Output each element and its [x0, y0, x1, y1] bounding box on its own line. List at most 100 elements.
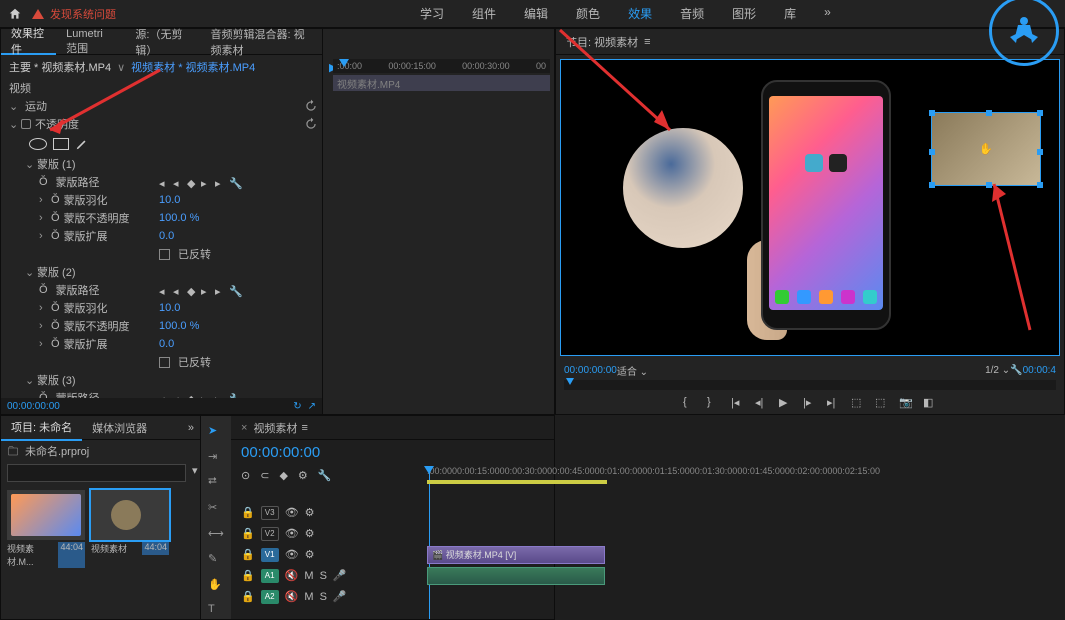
keyframe-timeline[interactable]: ▶ :00:0000:00:15:0000:00:30:0000 视频素材.MP…: [322, 29, 554, 414]
slip-tool-icon[interactable]: ⟷: [208, 527, 224, 543]
wrench-icon[interactable]: 🔧: [1010, 365, 1022, 376]
track-select-tool-icon[interactable]: ⇥: [208, 450, 224, 466]
loop-icon[interactable]: ↻: [293, 401, 301, 412]
type-tool-icon[interactable]: T: [208, 603, 224, 619]
settings-icon[interactable]: ⚙: [298, 469, 308, 482]
program-canvas[interactable]: ✋: [560, 59, 1060, 356]
keyframe-nav[interactable]: ◂◂◆▸▸🔧: [159, 285, 239, 295]
system-warning[interactable]: 发现系统问题: [32, 6, 116, 22]
ws-graphics[interactable]: 图形: [732, 5, 756, 22]
workspace-tabs: 学习 组件 编辑 颜色 效果 音频 图形 库 »: [420, 5, 831, 22]
keyframe-nav[interactable]: ◂◂◆▸▸🔧: [159, 393, 239, 398]
pen-mask-icon[interactable]: [75, 137, 89, 151]
mask-1-path[interactable]: Ŏ蒙版路径◂◂◆▸▸🔧: [1, 173, 322, 191]
go-out-icon[interactable]: ▸|: [827, 396, 841, 410]
kf-playhead[interactable]: [339, 59, 349, 67]
keyframe-nav[interactable]: ◂◂◆▸▸🔧: [159, 177, 239, 187]
home-icon[interactable]: [8, 7, 22, 21]
ws-effects[interactable]: 效果: [628, 5, 652, 22]
tab-project[interactable]: 项目: 未命名: [1, 415, 82, 441]
mask-3-path[interactable]: Ŏ蒙版路径◂◂◆▸▸🔧: [1, 389, 322, 398]
filter-icon[interactable]: ▾: [192, 464, 198, 482]
video-clip[interactable]: 🎬 视频素材.MP4 [V]: [427, 546, 605, 564]
clip-header: 主要 * 视频素材.MP4 ∨ 视频素材 * 视频素材.MP4: [1, 55, 322, 79]
overflow-icon[interactable]: »: [188, 422, 200, 434]
rect-mask-icon[interactable]: [53, 138, 69, 150]
mask-1-opacity[interactable]: ›Ŏ蒙版不透明度100.0 %: [1, 209, 322, 227]
tab-source[interactable]: 源:（无剪辑）: [125, 29, 200, 55]
play-icon[interactable]: ▶: [779, 396, 793, 410]
mask-2-feather[interactable]: ›Ŏ蒙版羽化10.0: [1, 299, 322, 317]
reset-icon[interactable]: [304, 99, 318, 113]
compare-icon[interactable]: ◧: [923, 396, 937, 410]
fx-toggle[interactable]: [21, 119, 31, 129]
ws-color[interactable]: 颜色: [576, 5, 600, 22]
bin-item-2[interactable]: 视频素材44:04: [91, 490, 169, 570]
effects-timecode[interactable]: 00:00:00:00: [7, 401, 60, 412]
ws-overflow[interactable]: »: [824, 5, 831, 22]
effects-tree: 视频 ⌄运动 ⌄不透明度 ⌄蒙版 (1) Ŏ蒙版路径◂◂◆▸▸🔧 ›Ŏ蒙版羽化1…: [1, 79, 322, 398]
mask-1-invert[interactable]: 已反转: [1, 245, 322, 263]
step-fwd-icon[interactable]: |▸: [803, 396, 817, 410]
pen-tool-icon[interactable]: ✎: [208, 552, 224, 568]
snap-icon[interactable]: ⊙: [241, 469, 250, 482]
opacity-effect[interactable]: ⌄不透明度: [1, 115, 322, 133]
hand-tool-icon[interactable]: ✋: [208, 578, 224, 594]
audio-clip[interactable]: [427, 567, 605, 585]
track-v2[interactable]: 🔒V2👁⚙: [241, 523, 550, 544]
reset-icon[interactable]: [304, 117, 318, 131]
wrench-icon[interactable]: 🔧: [318, 469, 332, 482]
extract-icon[interactable]: ⬚: [875, 396, 889, 410]
timeline-panel: × 视频素材 ≡ 00:00:00:00 ⊙ ⊂ ◆ ⚙ 🔧 :00:0000:…: [231, 416, 554, 619]
ws-edit[interactable]: 编辑: [524, 5, 548, 22]
search-input[interactable]: [7, 464, 186, 482]
program-scrubber[interactable]: [564, 380, 1056, 390]
rect-mask-selection[interactable]: ✋: [931, 112, 1041, 186]
motion-effect[interactable]: ⌄运动: [1, 97, 322, 115]
transport-controls: { } |◂ ◂| ▶ |▸ ▸| ⬚ ⬚ 📷 ◧: [564, 392, 1056, 414]
kf-ruler[interactable]: :00:0000:00:15:0000:00:30:0000: [333, 59, 550, 73]
program-timecode[interactable]: 00:00:00:00: [564, 365, 617, 376]
ripple-tool-icon[interactable]: ⮂: [208, 475, 224, 491]
ellipse-mask-icon[interactable]: [29, 138, 47, 150]
ws-library[interactable]: 库: [784, 5, 796, 22]
mask-3[interactable]: ⌄蒙版 (3): [1, 371, 322, 389]
export-frame-icon[interactable]: 📷: [899, 396, 913, 410]
mask-1[interactable]: ⌄蒙版 (1): [1, 155, 322, 173]
kf-clip-bar[interactable]: 视频素材.MP4: [333, 75, 550, 91]
mask-2-invert[interactable]: 已反转: [1, 353, 322, 371]
lift-icon[interactable]: ⬚: [851, 396, 865, 410]
tab-media-browser[interactable]: 媒体浏览器: [82, 415, 157, 441]
timeline-timecode[interactable]: 00:00:00:00: [231, 440, 554, 465]
track-a2[interactable]: 🔒A2🔇MS🎤: [241, 586, 550, 607]
work-area-bar[interactable]: [427, 480, 607, 484]
tab-effect-controls[interactable]: 效果控件: [1, 29, 56, 55]
step-back-icon[interactable]: ◂|: [755, 396, 769, 410]
mask-1-feather[interactable]: ›Ŏ蒙版羽化10.0: [1, 191, 322, 209]
selection-tool-icon[interactable]: ➤: [208, 424, 224, 440]
export-icon[interactable]: ↗: [308, 401, 316, 412]
go-in-icon[interactable]: |◂: [731, 396, 745, 410]
mask-2-expand[interactable]: ›Ŏ蒙版扩展0.0: [1, 335, 322, 353]
track-v1[interactable]: 🔒V1👁⚙ 🎬 视频素材.MP4 [V]: [241, 544, 550, 565]
ws-audio[interactable]: 音频: [680, 5, 704, 22]
mark-out-icon[interactable]: }: [707, 396, 721, 410]
marker-icon[interactable]: ◆: [279, 469, 287, 482]
razor-tool-icon[interactable]: ✂: [208, 501, 224, 517]
hand-cursor-icon: ✋: [979, 143, 993, 156]
track-v3[interactable]: 🔒V3👁⚙: [241, 502, 550, 523]
ws-learn[interactable]: 学习: [420, 5, 444, 22]
mask-2[interactable]: ⌄蒙版 (2): [1, 263, 322, 281]
timeline-ruler[interactable]: :00:0000:00:15:0000:00:30:0000:00:45:000…: [427, 466, 550, 480]
tab-lumetri[interactable]: Lumetri 范围: [56, 29, 125, 55]
mask-1-expand[interactable]: ›Ŏ蒙版扩展0.0: [1, 227, 322, 245]
track-a1[interactable]: 🔒A1🔇MS🎤: [241, 565, 550, 586]
mark-in-icon[interactable]: {: [683, 396, 697, 410]
ws-assembly[interactable]: 组件: [472, 5, 496, 22]
effects-panel: 效果控件 Lumetri 范围 源:（无剪辑） 音频剪辑混合器: 视频素材 主要…: [0, 28, 555, 415]
link-icon[interactable]: ⊂: [260, 469, 269, 482]
mask-2-path[interactable]: Ŏ蒙版路径◂◂◆▸▸🔧: [1, 281, 322, 299]
mask-2-opacity[interactable]: ›Ŏ蒙版不透明度100.0 %: [1, 317, 322, 335]
tab-audio-mixer[interactable]: 音频剪辑混合器: 视频素材: [201, 29, 322, 55]
bin-item-1[interactable]: 视频素材.M...44:04: [7, 490, 85, 570]
